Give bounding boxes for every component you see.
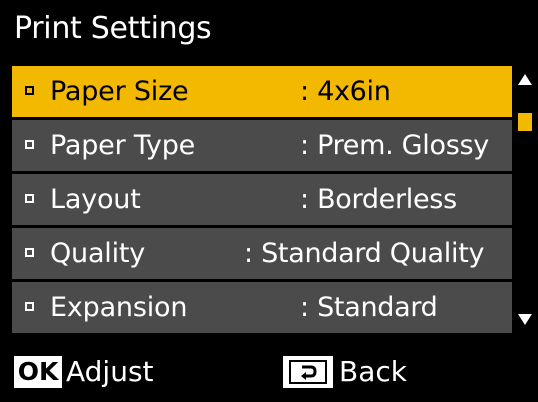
setting-row-quality[interactable]: Quality : Standard Quality <box>12 228 512 279</box>
setting-value: : Borderless <box>300 184 457 215</box>
button-guide-bar: OK Adjust Back <box>0 344 538 402</box>
setting-value: : Standard Quality <box>244 238 485 269</box>
setting-label: Paper Type <box>50 130 196 161</box>
title-bar: Print Settings <box>0 0 538 58</box>
scroll-thumb[interactable] <box>518 113 532 131</box>
settings-list: Paper Size : 4x6in Paper Type : Prem. Gl… <box>12 66 512 336</box>
setting-row-layout[interactable]: Layout : Borderless <box>12 174 512 225</box>
ok-button[interactable]: OK <box>14 356 62 388</box>
bullet-icon <box>25 194 34 203</box>
back-arrow-icon <box>289 360 327 384</box>
setting-label: Paper Size <box>50 76 189 107</box>
bullet-icon <box>25 302 34 311</box>
setting-value: : 4x6in <box>300 76 391 107</box>
scroll-down-arrow-icon <box>518 314 532 325</box>
setting-row-expansion[interactable]: Expansion : Standard <box>12 282 512 333</box>
setting-row-paper-type[interactable]: Paper Type : Prem. Glossy <box>12 120 512 171</box>
setting-value: : Standard <box>300 292 438 323</box>
setting-label: Quality <box>50 238 146 269</box>
back-button[interactable] <box>283 356 333 388</box>
bullet-icon <box>25 86 34 95</box>
adjust-label: Adjust <box>66 355 154 388</box>
bullet-icon <box>25 140 34 149</box>
back-label: Back <box>339 355 407 388</box>
print-settings-screen: Print Settings Paper Size : 4x6in Paper … <box>0 0 538 402</box>
setting-label: Layout <box>50 184 141 215</box>
setting-value: : Prem. Glossy <box>300 130 489 161</box>
scrollbar[interactable] <box>516 66 534 333</box>
setting-row-paper-size[interactable]: Paper Size : 4x6in <box>12 66 512 117</box>
scroll-up-arrow-icon <box>518 74 532 85</box>
setting-label: Expansion <box>50 292 188 323</box>
bullet-icon <box>25 248 34 257</box>
page-title: Print Settings <box>14 11 212 46</box>
